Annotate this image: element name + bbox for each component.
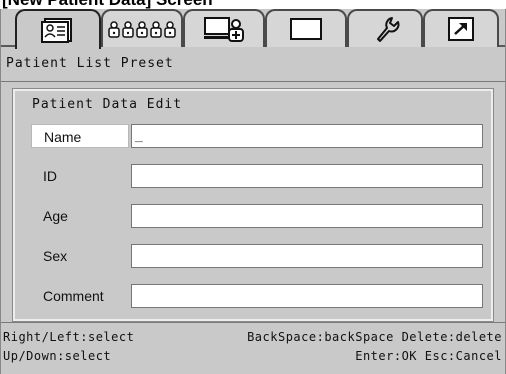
device-screen: Patient List Preset Patient Data Edit Na… bbox=[0, 9, 506, 374]
tab-series[interactable] bbox=[101, 9, 183, 47]
wrench-icon bbox=[377, 17, 400, 42]
page-title: Patient List Preset bbox=[6, 56, 174, 71]
help-up-down: Up/Down:select bbox=[3, 349, 112, 363]
export-arrow-icon bbox=[448, 17, 474, 41]
comment-label[interactable]: Comment bbox=[31, 284, 129, 308]
patient-list-icon bbox=[41, 18, 72, 43]
help-enter-esc: Enter:OK Esc:Cancel bbox=[355, 349, 502, 363]
tab-computer[interactable] bbox=[183, 9, 265, 47]
help-backspace-delete: BackSpace:backSpace Delete:delete bbox=[247, 330, 502, 344]
panel-title: Patient Data Edit bbox=[32, 97, 183, 112]
name-field[interactable]: _ bbox=[131, 124, 483, 148]
sex-label[interactable]: Sex bbox=[31, 244, 129, 268]
computer-add-icon bbox=[204, 17, 244, 42]
key-help-bar: Right/Left:select BackSpace:backSpace De… bbox=[1, 322, 505, 374]
blank-frame-icon bbox=[290, 18, 322, 40]
tab-bar bbox=[1, 9, 505, 49]
age-label[interactable]: Age bbox=[31, 204, 129, 228]
header-bar: Patient List Preset bbox=[1, 47, 505, 82]
tab-export[interactable] bbox=[423, 9, 499, 47]
name-label[interactable]: Name bbox=[31, 124, 129, 148]
id-field[interactable] bbox=[131, 164, 483, 188]
comment-field[interactable] bbox=[131, 284, 483, 308]
age-field[interactable] bbox=[131, 204, 483, 228]
tab-frame[interactable] bbox=[265, 9, 347, 47]
id-label[interactable]: ID bbox=[31, 164, 129, 188]
tab-patient-list[interactable] bbox=[15, 9, 101, 49]
tab-settings[interactable] bbox=[347, 9, 423, 47]
screen-caption: [New Patient Data] Screen bbox=[0, 0, 506, 8]
sex-field[interactable] bbox=[131, 244, 483, 268]
series-icon bbox=[108, 21, 176, 38]
help-right-left: Right/Left:select bbox=[3, 330, 135, 344]
patient-data-edit-panel: Patient Data Edit Name _ ID Age Sex Comm… bbox=[12, 88, 494, 322]
